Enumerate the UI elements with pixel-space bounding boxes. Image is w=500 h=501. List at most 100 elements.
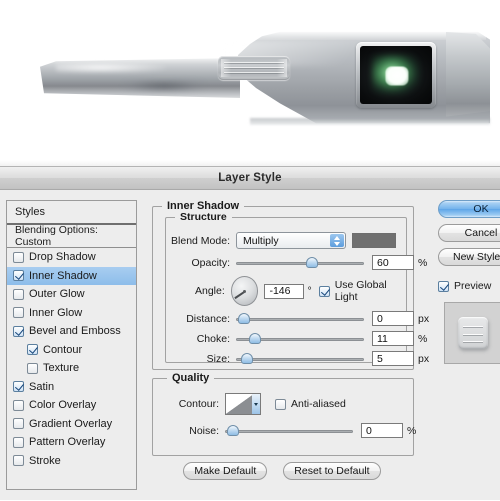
- sidebar-item-label: Drop Shadow: [29, 251, 96, 264]
- checkbox-use-global-light[interactable]: [318, 285, 330, 297]
- sidebar-item-contour[interactable]: Contour: [7, 341, 136, 360]
- device-body-bottom-edge: [250, 118, 490, 125]
- checkbox-outer-glow[interactable]: [13, 288, 24, 300]
- checkbox-preview[interactable]: [438, 280, 449, 292]
- slider-thumb[interactable]: [305, 256, 318, 268]
- slider-thumb[interactable]: [248, 332, 261, 344]
- settings-panel: Inner Shadow Structure Blend Mode: Multi…: [148, 198, 429, 494]
- checkbox-pattern-overlay[interactable]: [13, 436, 24, 448]
- angle-unit: °: [307, 285, 312, 297]
- blending-options-row[interactable]: Blending Options: Custom: [7, 224, 136, 248]
- noise-unit: %: [407, 424, 417, 437]
- slider-track: [225, 429, 353, 433]
- make-default-button[interactable]: Make Default: [183, 462, 268, 480]
- chevron-down-icon[interactable]: [252, 394, 260, 414]
- styles-header[interactable]: Styles: [7, 201, 136, 225]
- sidebar-item-label: Contour: [43, 343, 83, 356]
- sidebar-item-label: Gradient Overlay: [29, 417, 113, 430]
- checkbox-drop-shadow[interactable]: [13, 251, 24, 263]
- dialog-title: Layer Style: [218, 172, 282, 184]
- distance-slider[interactable]: [236, 312, 364, 326]
- blend-color-swatch[interactable]: [352, 233, 396, 248]
- checkbox-anti-aliased[interactable]: [275, 398, 286, 410]
- choke-unit: %: [418, 332, 428, 345]
- sidebar-item-pattern-overlay[interactable]: Pattern Overlay: [7, 433, 136, 452]
- size-unit: px: [418, 352, 430, 365]
- inner-shadow-group: Inner Shadow Structure Blend Mode: Multi…: [152, 200, 429, 370]
- dialog-titlebar[interactable]: Layer Style: [0, 167, 500, 190]
- device-right-cap: [446, 32, 490, 117]
- style-preview-thumbnail: [444, 302, 500, 364]
- preview-toggle-row[interactable]: Preview: [438, 280, 491, 292]
- opacity-label: Opacity:: [191, 256, 230, 269]
- blade-shadow: [124, 80, 204, 92]
- slider-thumb[interactable]: [227, 424, 240, 436]
- styles-sidebar: Styles Blending Options: Custom Drop Sha…: [6, 200, 137, 490]
- chevron-updown-icon[interactable]: [330, 234, 344, 247]
- noise-slider[interactable]: [225, 424, 353, 438]
- structure-group-legend: Structure: [175, 211, 232, 223]
- dialog-body: Styles Blending Options: Custom Drop Sha…: [0, 190, 500, 501]
- checkbox-contour[interactable]: [27, 344, 38, 356]
- checkbox-inner-glow[interactable]: [13, 307, 24, 319]
- device-screen-bezel: [356, 42, 436, 108]
- checkbox-inner-shadow[interactable]: [13, 270, 24, 282]
- sidebar-item-label: Outer Glow: [29, 288, 85, 301]
- checkbox-bevel-and-emboss[interactable]: [13, 325, 24, 337]
- sidebar-item-texture[interactable]: Texture: [7, 359, 136, 378]
- contour-preset-picker[interactable]: [225, 393, 261, 415]
- noise-input[interactable]: 0: [361, 423, 403, 438]
- angle-dial[interactable]: [230, 276, 259, 306]
- sidebar-item-stroke[interactable]: Stroke: [7, 452, 136, 471]
- choke-input[interactable]: 11: [372, 331, 414, 346]
- opacity-unit: %: [418, 256, 428, 269]
- size-input[interactable]: 5: [372, 351, 414, 366]
- checkbox-satin[interactable]: [13, 381, 24, 393]
- choke-label: Choke:: [196, 332, 230, 345]
- preview-label: Preview: [454, 280, 492, 292]
- sidebar-item-label: Pattern Overlay: [29, 436, 106, 449]
- checkbox-texture[interactable]: [27, 362, 38, 374]
- sidebar-item-drop-shadow[interactable]: Drop Shadow: [7, 248, 136, 267]
- checkbox-stroke[interactable]: [13, 455, 24, 467]
- reset-to-default-button[interactable]: Reset to Default: [283, 462, 381, 480]
- sidebar-item-outer-glow[interactable]: Outer Glow: [7, 285, 136, 304]
- slider-track: [236, 357, 364, 361]
- distance-unit: px: [418, 312, 430, 325]
- sidebar-item-inner-shadow[interactable]: Inner Shadow: [7, 266, 136, 285]
- opacity-slider[interactable]: [236, 256, 364, 270]
- contour-label: Contour:: [178, 398, 219, 410]
- preview-chip-icon: [458, 317, 488, 349]
- sidebar-item-color-overlay[interactable]: Color Overlay: [7, 396, 136, 415]
- default-buttons-row: Make Default Reset to Default: [148, 462, 416, 480]
- cancel-button[interactable]: Cancel: [438, 224, 500, 242]
- size-slider[interactable]: [236, 352, 364, 366]
- screen-white-core: [385, 66, 409, 86]
- checkbox-gradient-overlay[interactable]: [13, 418, 24, 430]
- sidebar-item-gradient-overlay[interactable]: Gradient Overlay: [7, 415, 136, 434]
- use-global-light-label: Use Global Light: [334, 279, 387, 303]
- sidebar-item-label: Inner Shadow: [29, 269, 97, 282]
- angle-dial-hub: [243, 289, 247, 293]
- sidebar-item-label: Satin: [29, 380, 55, 393]
- distance-input[interactable]: 0: [372, 311, 414, 326]
- dialog-action-buttons: OK Cancel New Style... Preview: [430, 198, 500, 494]
- device-screen: [360, 46, 432, 104]
- ok-button[interactable]: OK: [438, 200, 500, 218]
- slider-thumb[interactable]: [240, 352, 253, 364]
- opacity-input[interactable]: 60: [372, 255, 414, 270]
- sidebar-item-inner-glow[interactable]: Inner Glow: [7, 304, 136, 323]
- structure-group: Structure Blend Mode: Multiply Opacity: …: [165, 211, 429, 366]
- slider-track: [236, 317, 364, 321]
- sidebar-item-bevel-and-emboss[interactable]: Bevel and Emboss: [7, 322, 136, 341]
- blend-mode-select[interactable]: Multiply: [236, 232, 346, 249]
- checkbox-color-overlay[interactable]: [13, 399, 24, 411]
- device-illustration: [40, 22, 490, 132]
- slider-thumb[interactable]: [238, 312, 251, 324]
- angle-input[interactable]: -146: [264, 283, 304, 299]
- sidebar-item-satin[interactable]: Satin: [7, 378, 136, 397]
- choke-slider[interactable]: [236, 332, 364, 346]
- distance-label: Distance:: [186, 312, 230, 325]
- new-style-button[interactable]: New Style...: [438, 248, 500, 266]
- sidebar-item-label: Inner Glow: [29, 306, 83, 319]
